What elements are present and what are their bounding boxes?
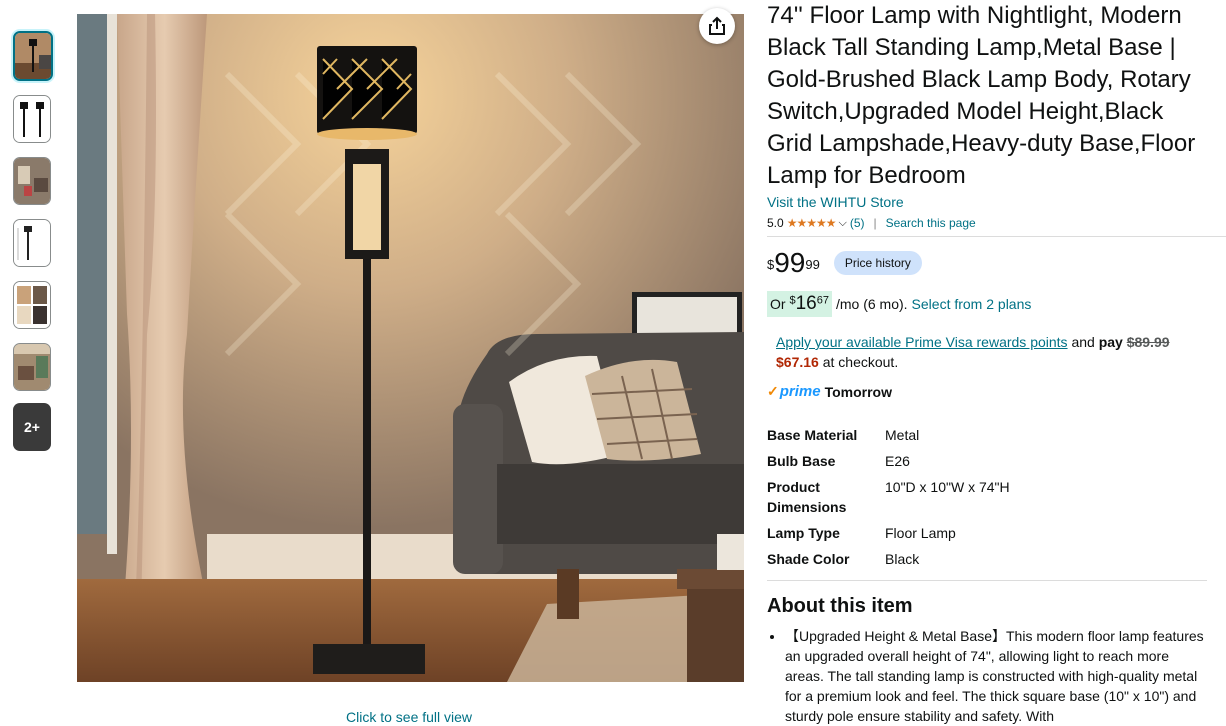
- divider: [767, 580, 1207, 581]
- prime-visa-link[interactable]: Apply your available Prime Visa rewards …: [776, 334, 1068, 350]
- spec-value: E26: [885, 453, 910, 469]
- thumbnail-5[interactable]: [13, 281, 51, 329]
- monthly-payment: Or $1667 /mo (6 mo). Select from 2 plans: [767, 291, 1212, 317]
- share-icon: [709, 16, 725, 35]
- spec-row: Bulb Base E26: [767, 448, 1010, 474]
- thumbnail-2[interactable]: [13, 95, 51, 143]
- spec-value: Black: [885, 551, 920, 567]
- spec-row: Product Dimensions 10"D x 10"W x 74"H: [767, 474, 1010, 520]
- select-plans-link[interactable]: Select from 2 plans: [912, 296, 1032, 312]
- share-button[interactable]: [699, 8, 735, 44]
- delivery-day: Tomorrow: [824, 383, 892, 400]
- price-history-button[interactable]: Price history: [833, 251, 922, 275]
- about-bullet: 【Upgraded Height & Metal Base】This moder…: [785, 626, 1210, 726]
- divider: [767, 236, 1226, 237]
- see-full-view-link[interactable]: Click to see full view: [346, 709, 472, 725]
- spec-row: Shade Color Black: [767, 546, 1010, 572]
- check-icon: ✓: [767, 383, 779, 399]
- product-details: 74'' Floor Lamp with Nightlight, Modern …: [767, 0, 1226, 726]
- prime-delivery: ✓ prime Tomorrow: [767, 383, 1212, 400]
- spec-value: Metal: [885, 427, 920, 443]
- store-link[interactable]: Visit the WIHTU Store: [767, 194, 1212, 210]
- spec-key: Shade Color: [767, 551, 850, 567]
- spec-key: Base Material: [767, 427, 858, 443]
- spec-key: Bulb Base: [767, 453, 836, 469]
- about-list: 【Upgraded Height & Metal Base】This moder…: [767, 626, 1210, 726]
- star-rating-icon[interactable]: ★★★★★: [787, 216, 837, 230]
- product-title: 74'' Floor Lamp with Nightlight, Modern …: [767, 2, 1196, 189]
- old-price: $89.99: [1126, 334, 1170, 350]
- monthly-suffix: /mo (6 mo).: [835, 296, 908, 312]
- prime-logo: prime: [779, 383, 821, 400]
- price: $9999: [767, 247, 820, 278]
- specs-table: Base Material Metal Bulb Base E26 Product …: [767, 422, 1010, 572]
- and-text: and: [1071, 334, 1095, 350]
- prime-visa-offer: Apply your available Prime Visa rewards …: [767, 332, 1212, 372]
- more-images-button[interactable]: 2+: [13, 403, 51, 451]
- spec-key: Product Dimensions: [767, 479, 847, 515]
- reward-price: $67.16: [776, 354, 819, 370]
- thumbnail-strip: 2+: [13, 31, 53, 451]
- spec-row: Base Material Metal: [767, 422, 1010, 448]
- thumbnail-3[interactable]: [13, 157, 51, 205]
- thumbnail-1[interactable]: [13, 31, 53, 81]
- pay-text: pay: [1098, 334, 1123, 350]
- spec-key: Lamp Type: [767, 525, 840, 541]
- thumbnail-4[interactable]: [13, 219, 51, 267]
- spec-value: Floor Lamp: [885, 525, 956, 541]
- main-product-image[interactable]: [77, 14, 744, 682]
- rating-row: 5.0 ★★★★★ ⌵ (5) | Search this page: [767, 216, 1212, 230]
- spec-value: 10"D x 10"W x 74"H: [885, 479, 1010, 495]
- spec-row: Lamp Type Floor Lamp: [767, 520, 1010, 546]
- price-row: $9999 Price history: [767, 249, 1212, 277]
- review-count-link[interactable]: (5): [850, 216, 865, 230]
- chevron-down-icon[interactable]: ⌵: [838, 217, 846, 230]
- at-checkout-text: at checkout.: [822, 354, 899, 370]
- search-page-link[interactable]: Search this page: [886, 216, 976, 230]
- about-title: About this item: [767, 595, 913, 617]
- monthly-price-badge: Or $1667: [767, 291, 832, 317]
- rating-value: 5.0: [767, 216, 784, 230]
- separator: |: [873, 216, 877, 230]
- thumbnail-6[interactable]: [13, 343, 51, 391]
